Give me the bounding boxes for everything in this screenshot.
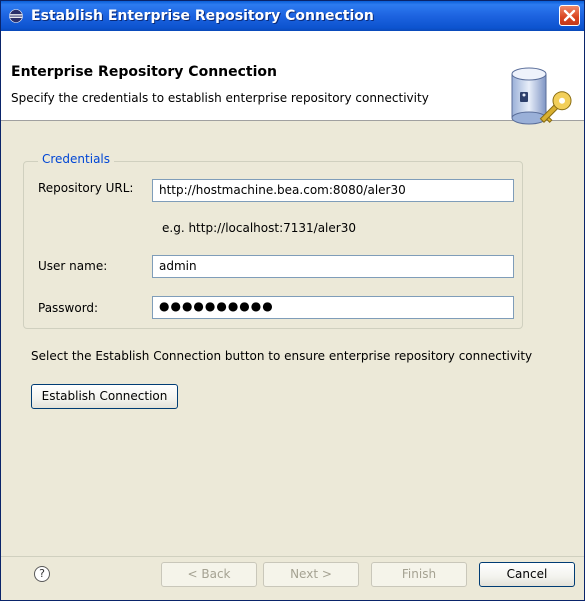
footer-divider <box>1 556 584 557</box>
title-bar[interactable]: Establish Enterprise Repository Connecti… <box>1 1 584 31</box>
instruction-text: Select the Establish Connection button t… <box>31 349 533 363</box>
password-input[interactable]: ●●●●●●●●●● <box>152 296 514 319</box>
eclipse-icon <box>9 9 23 23</box>
dialog-window: Establish Enterprise Repository Connecti… <box>0 0 585 601</box>
next-button[interactable]: Next > <box>263 562 359 587</box>
close-button[interactable] <box>559 5 580 26</box>
page-description: Specify the credentials to establish ent… <box>11 91 429 105</box>
repository-url-input[interactable]: http://hostmachine.bea.com:8080/aler30 <box>152 179 514 202</box>
page-heading: Enterprise Repository Connection <box>11 64 278 80</box>
close-icon <box>563 9 576 22</box>
back-button[interactable]: < Back <box>161 562 257 587</box>
header-banner: Enterprise Repository Connection Specify… <box>1 31 584 125</box>
password-label: Password: <box>38 301 99 315</box>
finish-button[interactable]: Finish <box>371 562 467 587</box>
window-title: Establish Enterprise Repository Connecti… <box>31 8 374 24</box>
credentials-legend: Credentials <box>38 152 115 166</box>
repository-key-icon <box>511 67 572 125</box>
username-input[interactable]: admin <box>152 255 514 278</box>
establish-connection-button[interactable]: Establish Connection <box>31 384 178 409</box>
url-example-hint: e.g. http://localhost:7131/aler30 <box>162 221 356 235</box>
repository-url-label: Repository URL: <box>38 181 134 195</box>
cancel-button[interactable]: Cancel <box>479 562 575 587</box>
help-icon[interactable]: ? <box>34 566 50 582</box>
username-label: User name: <box>38 259 108 273</box>
